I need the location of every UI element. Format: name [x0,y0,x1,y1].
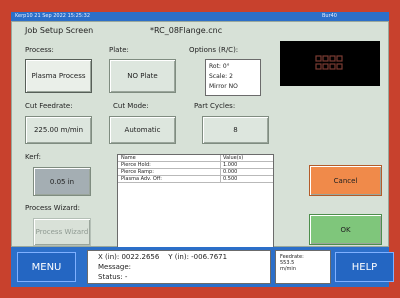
table-row[interactable]: Pierce Ramp: 0.000 [118,169,273,176]
part-preview-image [280,41,380,86]
process-wizard-label: Process Wizard: [25,204,81,212]
options-rotation: Rot: 0° [209,63,230,70]
screen-title: Job Setup Screen [25,26,94,35]
parameters-table[interactable]: Name Value(s) Pierce Hold: 1.000 Pierce … [117,154,274,249]
job-setup-panel: Job Setup Screen *RC_08Flange.cnc Proces… [11,21,389,249]
cancel-button[interactable]: Cancel [309,165,382,196]
status-panel: X (in): 0022.2656 Y (in): -006.7671 Mess… [87,250,271,284]
app-frame: Kerp10 21 Sep 2022 15:25:32 Bur40 Job Se… [0,0,400,298]
kerf-label: Kerf: [25,153,41,161]
table-header: Name Value(s) [118,155,273,162]
job-filename: *RC_08Flange.cnc [150,26,223,35]
x-coordinate: X (in): 0022.2656 [98,253,160,261]
coordinates-line: X (in): 0022.2656 Y (in): -006.7671 [98,252,260,262]
feedrate-unit: m/min [280,266,296,272]
plate-label: Plate: [109,46,129,54]
cut-mode-button[interactable]: Automatic [109,116,176,144]
y-coordinate: Y (in): -006.7671 [168,253,228,261]
plate-button[interactable]: NO Plate [109,59,176,93]
process-label: Process: [25,46,54,54]
message-text: Message: [98,263,132,271]
table-header-name: Name [118,155,221,161]
table-cell-name: Pierce Ramp: [118,169,221,175]
options-mirror: Mirror NO [209,83,238,90]
table-cell-value: 0.500 [223,176,238,182]
status-text: Status: - [98,273,128,281]
table-cell-value: 0.000 [223,169,238,175]
bottom-bar: MENU X (in): 0022.2656 Y (in): -006.7671… [11,247,394,287]
help-button[interactable]: HELP [335,252,394,282]
table-row[interactable]: Plasma Adv. Off: 0.500 [118,176,273,183]
part-preview-icon [315,55,343,70]
table-row[interactable]: Pierce Hold: 1.000 [118,162,273,169]
table-cell-name: Pierce Hold: [118,162,221,168]
table-header-value: Value(s) [223,155,244,161]
table-cell-value: 1.000 [223,162,238,168]
process-button[interactable]: Plasma Process [25,59,92,93]
title-bar-left-text: Kerp10 21 Sep 2022 15:25:32 [15,13,91,19]
ok-button[interactable]: OK [309,214,382,245]
cut-feedrate-label: Cut Feedrate: [25,102,73,110]
options-label: Options (R/C): [189,46,239,54]
title-bar: Kerp10 21 Sep 2022 15:25:32 Bur40 [11,12,389,21]
kerf-button[interactable]: 0.05 in [33,167,91,196]
title-bar-right-text: Bur40 [321,13,337,19]
cut-mode-label: Cut Mode: [113,102,149,110]
options-scale: Scale: 2 [209,73,233,80]
table-cell-name: Plasma Adv. Off: [118,176,221,182]
menu-button[interactable]: MENU [17,252,76,282]
feedrate-readout: Feedrate: 553.5 m/min [275,250,331,284]
cut-feedrate-button[interactable]: 225.00 m/min [25,116,92,144]
part-cycles-button[interactable]: 8 [202,116,269,144]
part-cycles-label: Part Cycles: [194,102,236,110]
process-wizard-button[interactable]: Process Wizard [33,218,91,246]
options-box[interactable]: Rot: 0° Scale: 2 Mirror NO [205,59,261,96]
